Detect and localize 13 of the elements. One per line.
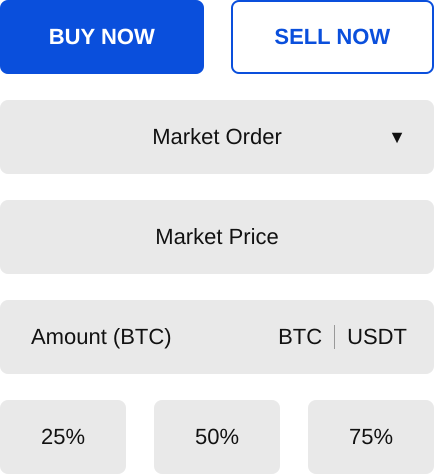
amount-field[interactable]: Amount (BTC) BTC USDT — [0, 300, 434, 374]
percentage-button[interactable]: 50% — [154, 400, 280, 474]
field-value: Market Price — [155, 224, 279, 250]
dropdown-value: Market Order — [152, 124, 282, 150]
order-type-dropdown[interactable]: Market Order ▼ — [0, 100, 434, 174]
unit-toggle[interactable]: USDT — [347, 324, 407, 350]
price-field[interactable]: Market Price — [0, 200, 434, 274]
sell-button[interactable]: SELL NOW — [230, 0, 434, 74]
percentage-button[interactable]: 25% — [0, 400, 126, 474]
percentage-button[interactable]: 75% — [308, 400, 434, 474]
unit-toggle[interactable]: BTC — [278, 324, 322, 350]
buy-button[interactable]: BUY NOW — [0, 0, 204, 74]
caret-icon: ▼ — [388, 126, 406, 148]
